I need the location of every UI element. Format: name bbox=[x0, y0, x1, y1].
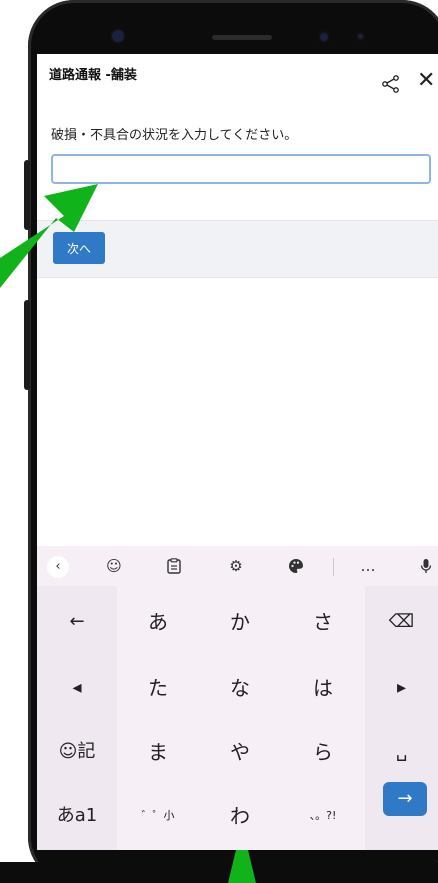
phone-side-button bbox=[24, 300, 30, 390]
keyboard-back-icon[interactable]: ‹ bbox=[47, 556, 69, 578]
next-button[interactable]: 次へ bbox=[53, 232, 105, 264]
clipboard-icon[interactable] bbox=[161, 554, 187, 578]
key-ra-row[interactable]: ら bbox=[281, 722, 365, 782]
sensor-dot bbox=[320, 33, 328, 41]
earpiece-speaker bbox=[212, 35, 272, 40]
phone-bottom-bezel bbox=[0, 862, 438, 883]
key-a-row[interactable]: あ bbox=[117, 592, 199, 652]
app-screen: 道路通報 -舗装 ✕ 破損・不具合の状況を入力してください。 次へ ‹ ☺ ⚙ … bbox=[37, 54, 438, 850]
key-na-row[interactable]: な bbox=[199, 658, 281, 718]
toolbar-divider bbox=[333, 558, 334, 576]
more-options-icon[interactable]: … bbox=[355, 554, 381, 578]
app-header: 道路通報 -舗装 ✕ bbox=[37, 54, 438, 99]
key-undo[interactable]: ← bbox=[37, 592, 117, 652]
front-camera bbox=[112, 30, 124, 42]
key-input-mode[interactable]: あa1 bbox=[37, 786, 117, 846]
sensor-dot bbox=[358, 34, 363, 39]
theme-palette-icon[interactable] bbox=[283, 554, 309, 578]
key-sa-row[interactable]: さ bbox=[281, 592, 365, 652]
key-ta-row[interactable]: た bbox=[117, 658, 199, 718]
key-backspace[interactable]: ⌫ bbox=[365, 592, 438, 652]
phone-side-button bbox=[24, 160, 30, 230]
key-dakuten[interactable]: ゛゜小 bbox=[117, 786, 199, 846]
key-punctuation[interactable]: 、。?! bbox=[281, 786, 365, 846]
japanese-keyboard: ‹ ☺ ⚙ … ← あ か さ ⌫ ◂ た な は ▸ ☺記 ま や ら ␣ あ… bbox=[37, 546, 438, 850]
page-title: 道路通報 -舗装 bbox=[49, 68, 137, 83]
key-ya-row[interactable]: や bbox=[199, 722, 281, 782]
key-ka-row[interactable]: か bbox=[199, 592, 281, 652]
damage-description-input[interactable] bbox=[51, 154, 431, 184]
sticker-icon[interactable]: ☺ bbox=[101, 554, 127, 578]
key-wa-row[interactable]: わ bbox=[199, 786, 281, 846]
microphone-icon[interactable] bbox=[413, 554, 438, 578]
close-icon[interactable]: ✕ bbox=[417, 70, 435, 92]
key-cursor-left[interactable]: ◂ bbox=[37, 658, 117, 718]
keyboard-toolbar: ‹ ☺ ⚙ … bbox=[37, 546, 438, 586]
key-ha-row[interactable]: は bbox=[281, 658, 365, 718]
key-ma-row[interactable]: ま bbox=[117, 722, 199, 782]
key-cursor-right[interactable]: ▸ bbox=[365, 658, 438, 718]
settings-gear-icon[interactable]: ⚙ bbox=[223, 554, 249, 578]
question-prompt: 破損・不具合の状況を入力してください。 bbox=[51, 128, 298, 143]
key-space[interactable]: ␣ bbox=[365, 722, 438, 782]
share-icon[interactable] bbox=[381, 74, 401, 94]
key-emoji-symbols[interactable]: ☺記 bbox=[37, 722, 117, 782]
enter-key[interactable]: → bbox=[383, 782, 427, 816]
